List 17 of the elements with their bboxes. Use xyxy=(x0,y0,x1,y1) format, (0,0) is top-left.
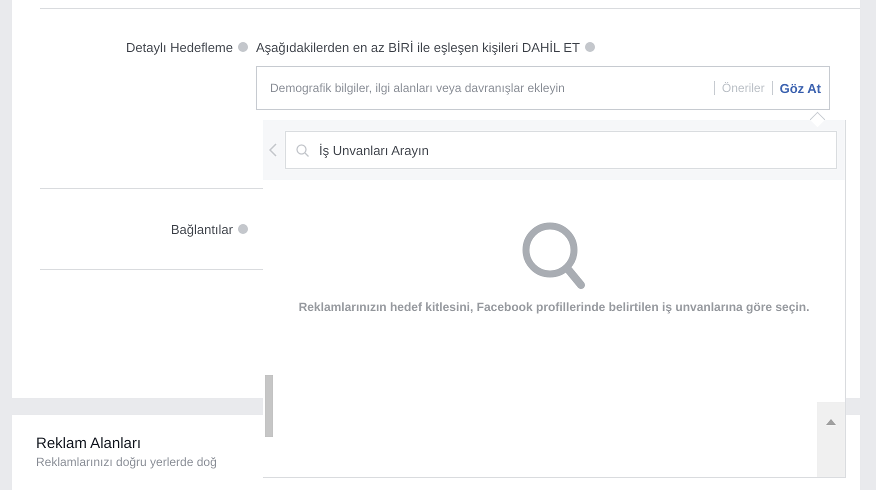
field-label: Bağlantılar xyxy=(170,222,233,236)
info-icon[interactable] xyxy=(584,42,595,52)
search-icon xyxy=(522,222,586,292)
info-icon[interactable] xyxy=(238,224,248,234)
search-field[interactable]: İş Unvanları Arayın xyxy=(285,131,837,169)
tab-link[interactable]: Göz At xyxy=(780,80,821,96)
scrollbar-thumb[interactable] xyxy=(265,375,273,437)
empty-message: Reklamlarınızın hedef kitlesini, Facebook profillerinde belirtilen iş unvanlarına göre seçin. xyxy=(298,299,810,316)
search-icon xyxy=(296,144,309,156)
info-icon[interactable] xyxy=(238,42,248,52)
scroll-up-icon[interactable] xyxy=(826,419,836,425)
section-title: Reklam Alanları xyxy=(36,435,142,452)
section-subtitle: Reklamlarınızı doğru yerlerde doğ xyxy=(36,455,218,469)
include-text: Aşağıdakilerden en az BİRİ ile eşleşen kişileri DAHİL ET xyxy=(256,40,580,54)
targeting-field[interactable]: Demografik bilgiler, ilgi alanları veya davranışlar ekleyin Öneriler Göz At xyxy=(256,66,830,110)
scrollbar[interactable] xyxy=(817,402,845,477)
field-label: Detaylı Hedefleme xyxy=(126,40,233,54)
